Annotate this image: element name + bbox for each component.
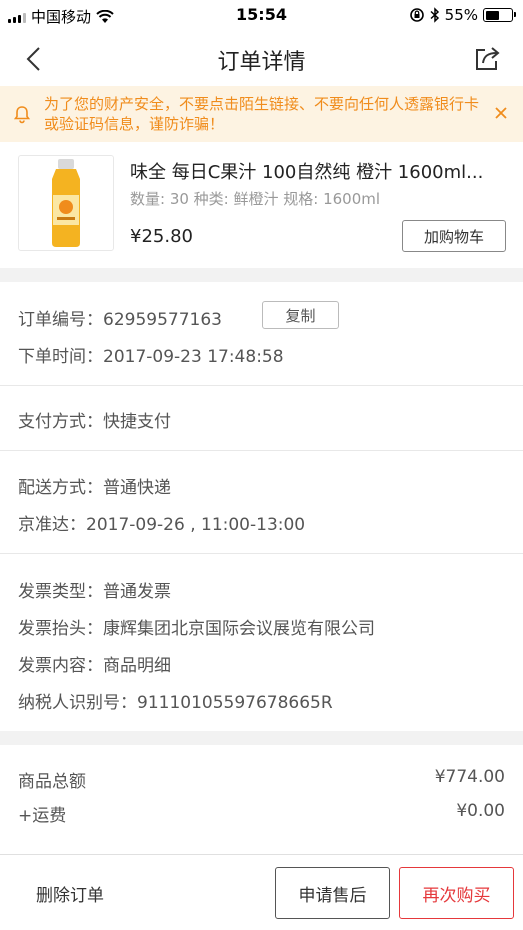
shipping-label: +运费 — [18, 806, 67, 826]
battery-icon — [483, 8, 516, 22]
after-sale-button[interactable]: 申请售后 — [275, 867, 390, 919]
add-to-cart-button[interactable]: 加购物车 — [402, 220, 506, 252]
invoice-content: 发票内容：商品明细 — [18, 656, 171, 676]
goods-total-value: ¥774.00 — [434, 767, 505, 787]
page-title: 订单详情 — [217, 50, 306, 75]
section-gap — [0, 731, 523, 745]
invoice-title: 发票抬头：康辉集团北京国际会议展览有限公司 — [18, 619, 375, 639]
invoice-type: 发票类型：普通发票 — [18, 582, 171, 602]
product-image[interactable] — [18, 155, 114, 251]
product-price: ¥25.80 — [130, 226, 193, 247]
security-notice: 为了您的财产安全，不要点击陌生链接、不要向任何人透露银行卡或验证码信息，谨防诈骗… — [0, 86, 523, 142]
product-name[interactable]: 味全 每日C果汁 100自然纯 橙汁 1600ml... — [130, 158, 506, 184]
battery-percent: 55% — [444, 6, 478, 24]
bell-icon — [13, 106, 31, 124]
battery-fill — [485, 10, 500, 20]
orientation-lock-icon — [409, 8, 424, 22]
nav-bar: 订单详情 — [0, 32, 523, 86]
order-time: 下单时间：2017-09-23 17:48:58 — [18, 347, 284, 367]
delete-order-button[interactable]: 删除订单 — [36, 881, 104, 906]
rebuy-button[interactable]: 再次购买 — [399, 867, 514, 919]
notice-text: 为了您的财产安全，不要点击陌生链接、不要向任何人透露银行卡或验证码信息，谨防诈骗… — [44, 95, 480, 133]
taxpayer-id: 纳税人识别号：91110105597678665R — [18, 693, 333, 713]
close-icon[interactable] — [491, 103, 511, 123]
product-spec: 数量: 30 种类: 鲜橙汁 规格: 1600ml — [130, 190, 381, 208]
divider — [0, 385, 523, 386]
product-item[interactable]: 味全 每日C果汁 100自然纯 橙汁 1600ml... 数量: 30 种类: … — [0, 142, 523, 268]
payment-method: 支付方式：快捷支付 — [18, 412, 171, 432]
status-bar: 中国移动 15:54 55% — [0, 0, 523, 32]
order-number: 订单编号：62959577163 — [18, 310, 222, 330]
goods-total-label: 商品总额 — [18, 772, 86, 792]
bottom-action-bar: 删除订单 申请售后 再次购买 — [0, 854, 523, 930]
share-icon[interactable] — [471, 43, 503, 75]
juice-bottle-icon — [52, 159, 80, 247]
divider — [0, 553, 523, 554]
shipping-value: ¥0.00 — [456, 801, 505, 821]
delivery-time-slot: 京准达：2017-09-26 , 11:00-13:00 — [18, 515, 306, 535]
status-right: 55% — [409, 6, 516, 24]
bluetooth-icon — [430, 7, 439, 23]
delivery-method: 配送方式：普通快递 — [18, 478, 171, 498]
section-gap — [0, 268, 523, 282]
copy-button[interactable]: 复制 — [262, 301, 339, 329]
divider — [0, 450, 523, 451]
